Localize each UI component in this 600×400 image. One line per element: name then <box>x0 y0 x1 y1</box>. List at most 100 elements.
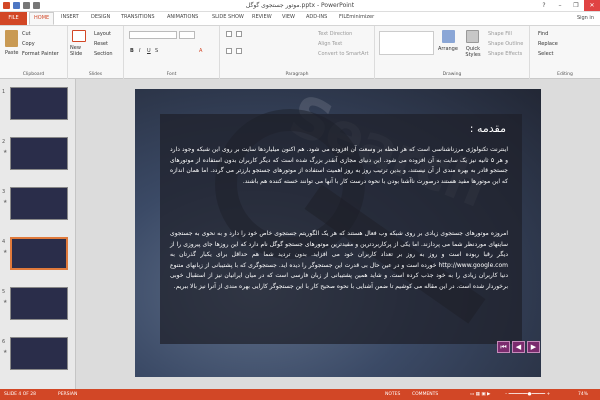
slide-title[interactable]: مقدمه : <box>470 122 506 135</box>
layout-button[interactable]: Layout <box>94 31 111 37</box>
new-slide-icon[interactable] <box>72 30 86 42</box>
view-buttons[interactable]: ▭ ▦ ▣ ▶ <box>470 392 491 397</box>
restore-button[interactable]: ❐ <box>568 0 584 11</box>
ribbon: Paste Cut Copy Format Painter Clipboard … <box>0 25 600 79</box>
editing-group: Find Replace Select Editing <box>530 26 600 79</box>
transition-star-icon: ★ <box>3 249 8 255</box>
paste-button[interactable]: Paste <box>5 50 19 56</box>
find-button[interactable]: Find <box>538 31 548 37</box>
zoom-level[interactable]: 74% <box>578 392 588 397</box>
tab-slide-show[interactable]: SLIDE SHOW <box>212 14 244 20</box>
shape-outline-button[interactable]: Shape Outline <box>488 41 523 47</box>
copy-button[interactable]: Copy <box>22 41 35 47</box>
clipboard-label: Clipboard <box>22 72 45 77</box>
arrange-icon[interactable] <box>442 30 455 43</box>
tab-animations[interactable]: ANIMATIONS <box>167 14 198 20</box>
transition-star-icon: ★ <box>3 199 8 205</box>
tab-add-ins[interactable]: ADD-INS <box>306 14 327 20</box>
slide-thumbnail-1[interactable] <box>10 87 68 120</box>
new-slide-button[interactable]: New Slide <box>70 45 90 57</box>
font-label: Font <box>166 72 177 77</box>
title-bar: موتور جستجوی گوگل.pptx - PowerPoint ? – … <box>0 0 600 12</box>
quick-styles-button[interactable]: Quick Styles <box>461 46 485 58</box>
arrange-button[interactable]: Arrange <box>438 46 458 52</box>
slide-thumbnail-3[interactable] <box>10 187 68 220</box>
align-left-icon[interactable] <box>226 48 232 54</box>
tab-home[interactable]: HOME <box>29 12 55 25</box>
underline-button[interactable]: U <box>147 48 151 54</box>
notes-button[interactable]: NOTES <box>385 392 400 397</box>
bullets-icon[interactable] <box>226 31 232 37</box>
zoom-slider[interactable]: – ━━━━━━━●━━━━━ + <box>505 392 550 397</box>
slide-paragraph-1[interactable]: اینترنت تکنولوژی مرزناشناسی است که هر لح… <box>170 145 508 187</box>
slide-thumbnail-4[interactable] <box>10 237 68 270</box>
slide-thumbnail-2[interactable] <box>10 137 68 170</box>
sign-in-link[interactable]: Sign in <box>577 15 594 21</box>
thumbnail-number: 3 <box>2 189 6 195</box>
drawing-group: Arrange Quick Styles Shape Fill Shape Ou… <box>375 26 530 79</box>
quick-styles-icon[interactable] <box>466 30 479 43</box>
italic-button[interactable]: I <box>139 48 140 54</box>
align-center-icon[interactable] <box>236 48 242 54</box>
transition-star-icon: ★ <box>3 349 8 355</box>
thumbnail-number: 2 <box>2 139 6 145</box>
slide-nav-buttons: ⏮ ◀ ▶ ⏭ ⌂ <box>497 341 541 353</box>
tab-file[interactable]: FILE <box>0 12 27 25</box>
first-slide-button[interactable]: ⏮ <box>497 341 510 353</box>
current-slide[interactable]: Search مقدمه : اینترنت تکنولوژی مرزناشنا… <box>135 89 541 377</box>
close-button[interactable]: ✕ <box>584 0 600 11</box>
select-button[interactable]: Select <box>538 51 553 57</box>
bold-button[interactable]: B <box>130 48 134 54</box>
tab-design[interactable]: DESIGN <box>91 14 110 20</box>
font-color-button[interactable]: A <box>199 48 202 54</box>
paragraph-group: Text Direction Align Text Convert to Sma… <box>220 26 375 79</box>
thumbnail-number: 6 <box>2 339 6 345</box>
minimize-button[interactable]: – <box>552 0 568 11</box>
shape-effects-button[interactable]: Shape Effects <box>488 51 522 57</box>
shapes-gallery[interactable] <box>379 31 434 55</box>
font-name-box[interactable] <box>129 31 177 39</box>
section-button[interactable]: Section <box>94 51 113 57</box>
reset-button[interactable]: Reset <box>94 41 108 47</box>
drawing-label: Drawing <box>442 72 462 77</box>
editing-label: Editing <box>557 72 573 77</box>
strikethrough-button[interactable]: S <box>155 48 158 54</box>
align-text-button[interactable]: Align Text <box>318 41 342 47</box>
clipboard-group: Paste Cut Copy Format Painter Clipboard <box>0 26 68 79</box>
text-direction-button[interactable]: Text Direction <box>318 31 352 37</box>
status-bar: SLIDE 4 OF 28 PERSIAN NOTES COMMENTS ▭ ▦… <box>0 389 600 400</box>
thumbnail-number: 5 <box>2 289 6 295</box>
slide-thumbnail-6[interactable] <box>10 337 68 370</box>
tab-view[interactable]: VIEW <box>282 14 295 20</box>
tab-review[interactable]: REVIEW <box>252 14 272 20</box>
comments-button[interactable]: COMMENTS <box>412 392 438 397</box>
slide-thumbnail-5[interactable] <box>10 287 68 320</box>
replace-button[interactable]: Replace <box>538 41 558 47</box>
paragraph-label: Paragraph <box>285 72 309 77</box>
next-slide-button[interactable]: ▶ <box>527 341 540 353</box>
tab-insert[interactable]: INSERT <box>61 14 79 20</box>
format-painter-button[interactable]: Format Painter <box>22 51 59 57</box>
font-size-box[interactable] <box>179 31 195 39</box>
slides-group: New Slide Layout Reset Section Slides <box>68 26 124 79</box>
language-indicator[interactable]: PERSIAN <box>58 392 77 397</box>
slide-counter: SLIDE 4 OF 28 <box>4 392 37 397</box>
thumbnail-number: 4 <box>2 239 6 245</box>
prev-slide-button[interactable]: ◀ <box>512 341 525 353</box>
transition-star-icon: ★ <box>3 149 8 155</box>
convert-smartart-button[interactable]: Convert to SmartArt <box>318 51 369 57</box>
slide-thumbnail-pane: 1 2 ★ 3 ★ 4 ★ 5 ★ 6 ★ <box>0 79 76 389</box>
slide-paragraph-2[interactable]: امروزه موتورهای جستجوی زیادی بر روی شبکه… <box>170 229 508 292</box>
tab-transitions[interactable]: TRANSITIONS <box>121 14 155 20</box>
ribbon-tabs: FILE HOME INSERT DESIGN TRANSITIONS ANIM… <box>0 12 600 25</box>
paste-icon[interactable] <box>5 30 18 47</box>
help-button[interactable]: ? <box>536 0 552 11</box>
numbering-icon[interactable] <box>236 31 242 37</box>
work-area: 1 2 ★ 3 ★ 4 ★ 5 ★ 6 ★ Search مقدمه : این… <box>0 79 600 389</box>
transition-star-icon: ★ <box>3 299 8 305</box>
tab-fileminimizer[interactable]: FILEminimizer <box>339 14 374 20</box>
slides-label: Slides <box>88 72 103 77</box>
window-title: موتور جستجوی گوگل.pptx - PowerPoint <box>245 2 355 9</box>
cut-button[interactable]: Cut <box>22 31 31 37</box>
shape-fill-button[interactable]: Shape Fill <box>488 31 512 37</box>
